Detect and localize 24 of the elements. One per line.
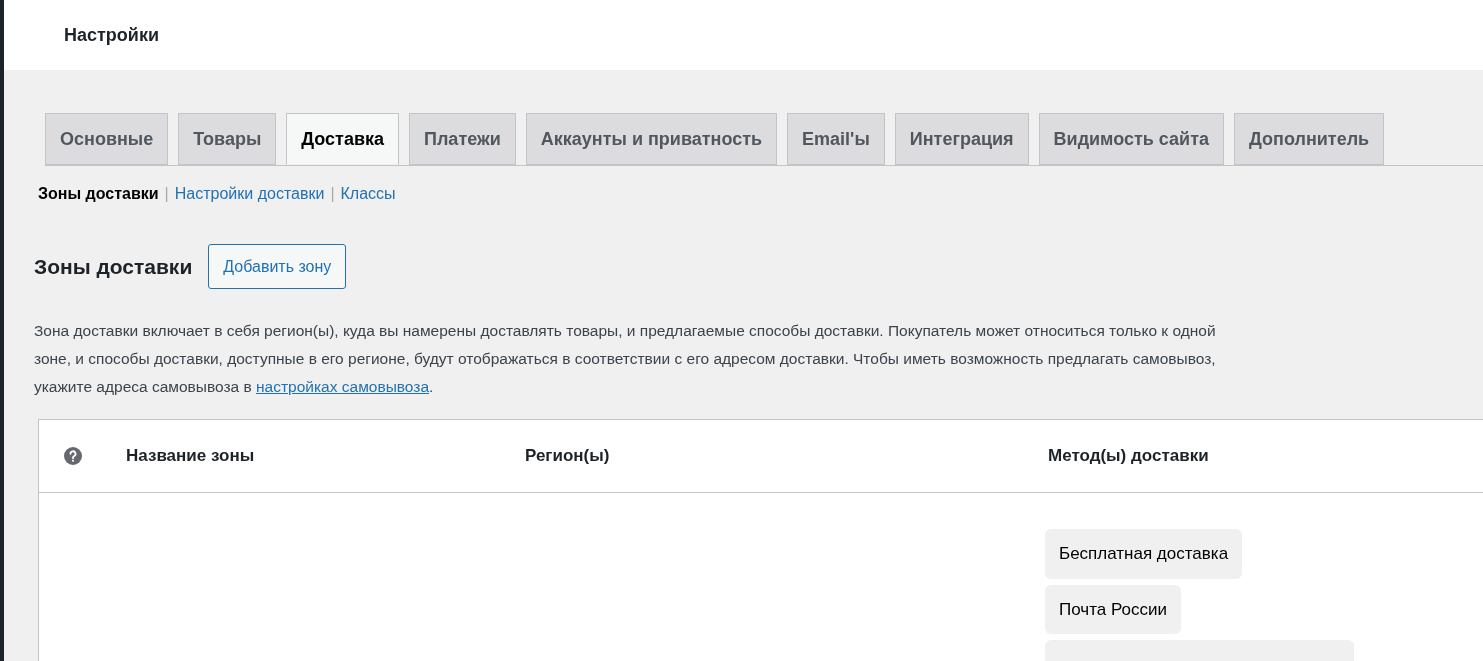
column-header: Регион(ы) xyxy=(525,446,610,466)
section-description: Зона доставки включает в себя регион(ы), куда вы намерены доставлять товары, и предлагаемые способы доставки. Покупатель может относиться только к одной зоне, и способы доставки, доступные в его регионе, будут отображаться в соответствии с его адресом доставки. Чтобы иметь возможность предлагать самовывоз, укажите адреса самовывоза в настройках самовывоза. xyxy=(34,321,1217,397)
settings-tab[interactable]: Дополнитель xyxy=(1234,113,1385,165)
settings-tab[interactable]: Доставка xyxy=(286,113,399,165)
section-heading: Зоны доставки xyxy=(34,253,193,280)
subnav-link[interactable]: Классы xyxy=(340,182,396,206)
settings-tab[interactable]: Email'ы xyxy=(787,113,885,165)
settings-tab[interactable]: Основные xyxy=(45,113,169,165)
subnav-link[interactable]: Настройки доставки xyxy=(174,182,325,206)
settings-tab[interactable]: Интеграция xyxy=(894,113,1029,165)
shipping-method-badge: Бесплатная доставка xyxy=(1045,529,1243,579)
separator: | xyxy=(330,184,335,204)
settings-tab[interactable]: Платежи xyxy=(409,113,516,165)
subnav-link[interactable]: Зоны доставки xyxy=(38,182,159,206)
separator: | xyxy=(164,184,169,204)
shipping-method-badge: Почта России xyxy=(1045,584,1181,634)
help-icon[interactable] xyxy=(64,447,82,465)
column-header: Метод(ы) доставки xyxy=(1048,446,1209,466)
column-header: Название зоны xyxy=(126,446,255,466)
add-zone-button[interactable]: Добавить зону xyxy=(208,244,347,289)
settings-tab[interactable]: Товары xyxy=(178,113,277,165)
page-title: Настройки xyxy=(64,23,159,47)
settings-tab[interactable]: Видимость сайта xyxy=(1038,113,1224,165)
settings-tab[interactable]: Аккаунты и приватность xyxy=(525,113,778,165)
